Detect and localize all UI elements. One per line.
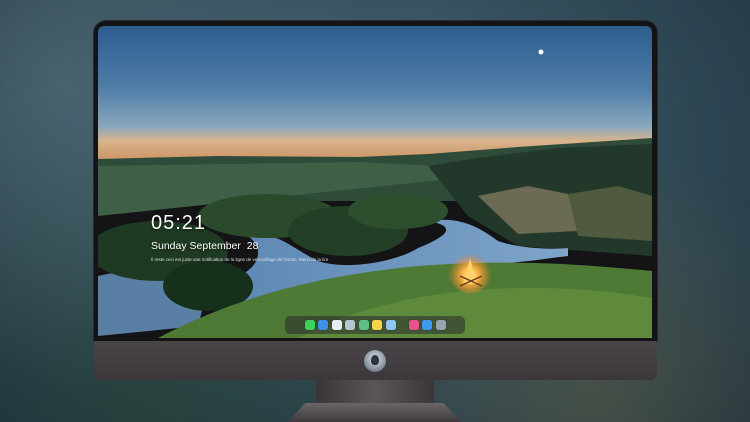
preview-icon[interactable]: [345, 320, 355, 330]
lock-screen-notification: Il reste ceci est juste une notification…: [151, 257, 329, 262]
monitor-screen: [98, 26, 652, 338]
lock-screen-clock: 05:21: [151, 212, 207, 234]
camera-icon[interactable]: [435, 320, 446, 330]
notes-icon[interactable]: [372, 320, 382, 330]
itunes-icon[interactable]: [408, 320, 419, 330]
lock-screen-wallpaper: [98, 26, 652, 338]
photos-icon[interactable]: [385, 320, 396, 330]
brand-logo-icon: [364, 350, 386, 372]
monitor-stand-base: [288, 403, 461, 422]
maps-icon[interactable]: [358, 320, 369, 330]
finder-icon[interactable]: [318, 320, 328, 330]
lock-screen-date: Sunday September 28: [151, 240, 259, 252]
safari-icon[interactable]: [331, 320, 342, 330]
dock: [285, 316, 465, 334]
app-store-icon[interactable]: [422, 320, 432, 330]
monitor-stand-neck: [316, 380, 434, 404]
moon-icon: [538, 49, 544, 55]
messages-icon[interactable]: [304, 320, 315, 330]
